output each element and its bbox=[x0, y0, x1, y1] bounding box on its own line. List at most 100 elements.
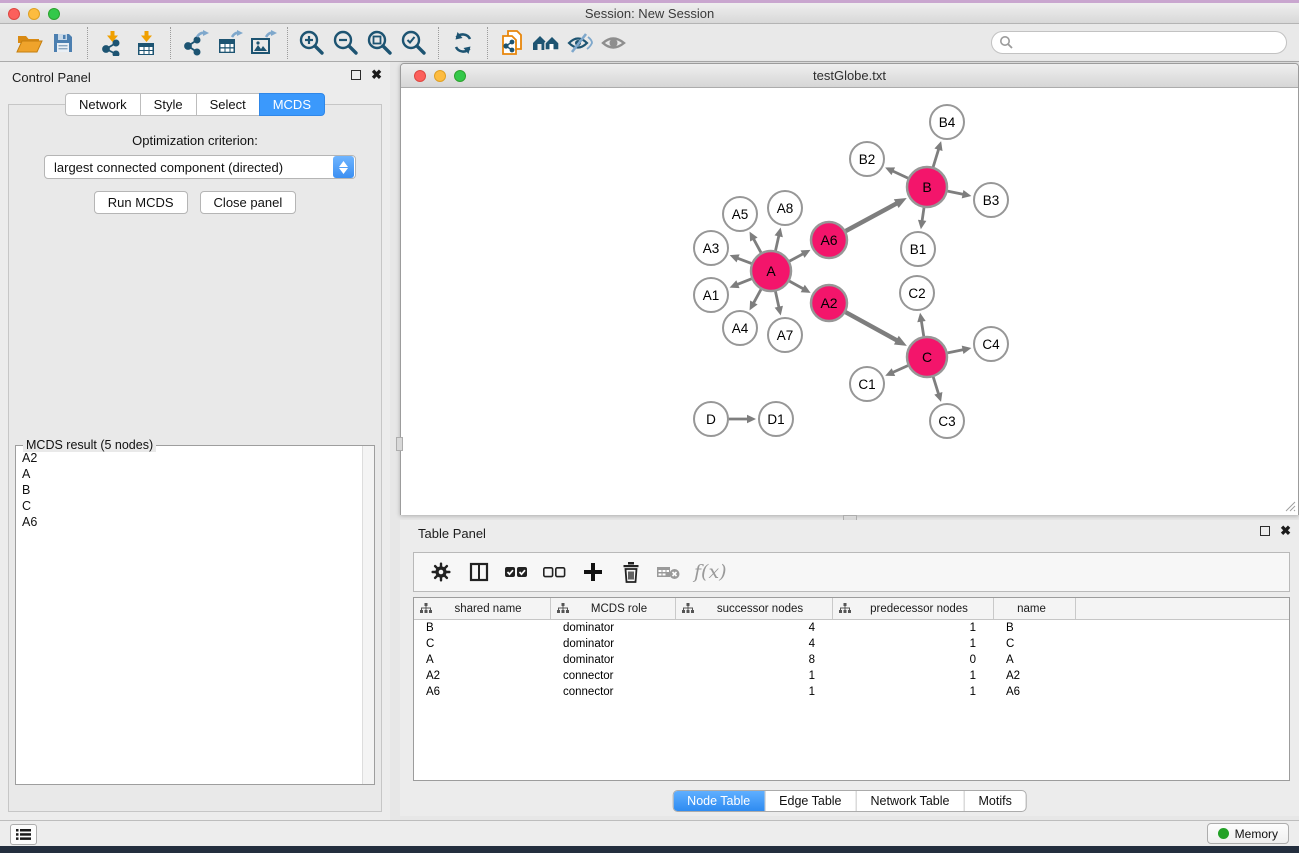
select-all-icon[interactable] bbox=[498, 557, 536, 587]
graph-node-A[interactable]: A bbox=[751, 251, 791, 291]
mcds-result-item[interactable]: C bbox=[22, 498, 356, 514]
edge-B-B3[interactable] bbox=[948, 191, 964, 194]
graph-node-A7[interactable]: A7 bbox=[768, 318, 802, 352]
edge-A-A5[interactable] bbox=[753, 239, 761, 253]
edge-B-B4[interactable] bbox=[933, 149, 939, 167]
tab-edge-table[interactable]: Edge Table bbox=[764, 791, 855, 811]
memory-button[interactable]: Memory bbox=[1207, 823, 1289, 844]
edge-C-C2[interactable] bbox=[921, 321, 923, 337]
float-panel-icon[interactable] bbox=[1260, 526, 1270, 536]
search-input[interactable] bbox=[1014, 36, 1279, 50]
vertical-splitter-handle[interactable] bbox=[396, 437, 403, 451]
delete-icon[interactable] bbox=[612, 557, 650, 587]
zoom-in-icon[interactable] bbox=[295, 28, 329, 58]
mcds-result-list[interactable]: A2ABCA6 bbox=[16, 446, 362, 784]
import-network-icon[interactable] bbox=[95, 28, 129, 58]
edge-A-A7[interactable] bbox=[775, 292, 779, 308]
network-canvas[interactable]: ABCA6A2A1A3A4A5A7A8B1B2B3B4C1C2C3C4DD1 bbox=[401, 89, 1298, 515]
graph-node-B3[interactable]: B3 bbox=[974, 183, 1008, 217]
zoom-fit-icon[interactable] bbox=[363, 28, 397, 58]
edge-A-A3[interactable] bbox=[737, 258, 751, 263]
function-builder-icon[interactable]: f(x) bbox=[694, 561, 727, 583]
show-columns-icon[interactable] bbox=[460, 557, 498, 587]
graph-node-B[interactable]: B bbox=[907, 167, 947, 207]
edge-B-B2[interactable] bbox=[892, 171, 908, 178]
graph-node-D[interactable]: D bbox=[694, 402, 728, 436]
run-mcds-button[interactable]: Run MCDS bbox=[94, 191, 188, 214]
home-view-icon[interactable] bbox=[529, 28, 563, 58]
export-table-icon[interactable] bbox=[212, 28, 246, 58]
graph-node-A1[interactable]: A1 bbox=[694, 278, 728, 312]
graph-node-A4[interactable]: A4 bbox=[723, 311, 757, 345]
edge-A-A4[interactable] bbox=[753, 289, 761, 303]
column-header-MCDS-role[interactable]: MCDS role bbox=[551, 598, 676, 619]
mcds-result-item[interactable]: B bbox=[22, 482, 356, 498]
edge-C-C3[interactable] bbox=[933, 377, 938, 394]
table-row[interactable]: A2connector11A2 bbox=[414, 668, 1289, 684]
criterion-dropdown[interactable]: largest connected component (directed) bbox=[44, 155, 356, 179]
resize-grip-icon[interactable] bbox=[1283, 499, 1296, 512]
open-session-icon[interactable] bbox=[12, 28, 46, 58]
edge-A-A8[interactable] bbox=[776, 235, 779, 250]
edge-C-C4[interactable] bbox=[948, 350, 964, 353]
graph-node-B1[interactable]: B1 bbox=[901, 232, 935, 266]
graph-node-B2[interactable]: B2 bbox=[850, 142, 884, 176]
add-icon[interactable] bbox=[574, 557, 612, 587]
edge-B-B1[interactable] bbox=[922, 208, 924, 222]
zoom-selected-icon[interactable] bbox=[397, 28, 431, 58]
tab-style[interactable]: Style bbox=[140, 93, 196, 116]
network-graph[interactable]: ABCA6A2A1A3A4A5A7A8B1B2B3B4C1C2C3C4DD1 bbox=[401, 89, 1298, 515]
destroy-table-icon[interactable] bbox=[650, 557, 688, 587]
edge-A6-B[interactable] bbox=[846, 203, 897, 231]
save-session-icon[interactable] bbox=[46, 28, 80, 58]
tab-network[interactable]: Network bbox=[65, 93, 140, 116]
mcds-result-item[interactable]: A2 bbox=[22, 450, 356, 466]
column-header-predecessor-nodes[interactable]: predecessor nodes bbox=[833, 598, 994, 619]
scrollbar[interactable] bbox=[362, 446, 374, 784]
graph-node-A2[interactable]: A2 bbox=[811, 285, 847, 321]
graph-node-A5[interactable]: A5 bbox=[723, 197, 757, 231]
graph-node-A6[interactable]: A6 bbox=[811, 222, 847, 258]
table-row[interactable]: A6connector11A6 bbox=[414, 684, 1289, 700]
table-row[interactable]: Adominator80A bbox=[414, 652, 1289, 668]
edge-A2-C[interactable] bbox=[846, 312, 898, 340]
refresh-icon[interactable] bbox=[446, 28, 480, 58]
mcds-result-item[interactable]: A6 bbox=[22, 514, 356, 530]
tab-mcds[interactable]: MCDS bbox=[259, 93, 325, 116]
search-field[interactable] bbox=[991, 31, 1287, 54]
export-network-icon[interactable] bbox=[178, 28, 212, 58]
graph-node-A3[interactable]: A3 bbox=[694, 231, 728, 265]
edge-A-A2[interactable] bbox=[789, 281, 803, 289]
network-window-titlebar[interactable]: testGlobe.txt bbox=[401, 64, 1298, 88]
table-settings-icon[interactable] bbox=[422, 557, 460, 587]
unselect-all-icon[interactable] bbox=[536, 557, 574, 587]
close-panel-icon[interactable]: ✖ bbox=[371, 70, 382, 80]
graph-node-A8[interactable]: A8 bbox=[768, 191, 802, 225]
graph-node-B4[interactable]: B4 bbox=[930, 105, 964, 139]
graph-node-C4[interactable]: C4 bbox=[974, 327, 1008, 361]
close-panel-button[interactable]: Close panel bbox=[200, 191, 297, 214]
column-header-shared-name[interactable]: shared name bbox=[414, 598, 551, 619]
float-panel-icon[interactable] bbox=[351, 70, 361, 80]
graph-node-C[interactable]: C bbox=[907, 337, 947, 377]
column-header-successor-nodes[interactable]: successor nodes bbox=[676, 598, 833, 619]
graph-node-C1[interactable]: C1 bbox=[850, 367, 884, 401]
tab-motifs[interactable]: Motifs bbox=[963, 791, 1025, 811]
tab-select[interactable]: Select bbox=[196, 93, 259, 116]
column-header-name[interactable]: name bbox=[994, 598, 1076, 619]
close-panel-icon[interactable]: ✖ bbox=[1280, 526, 1291, 536]
edge-A-A6[interactable] bbox=[790, 254, 804, 261]
tab-network-table[interactable]: Network Table bbox=[856, 791, 964, 811]
tab-node-table[interactable]: Node Table bbox=[673, 791, 764, 811]
show-all-icon[interactable] bbox=[597, 28, 631, 58]
hide-selected-icon[interactable] bbox=[563, 28, 597, 58]
graph-node-C2[interactable]: C2 bbox=[900, 276, 934, 310]
zoom-out-icon[interactable] bbox=[329, 28, 363, 58]
graph-node-D1[interactable]: D1 bbox=[759, 402, 793, 436]
import-table-icon[interactable] bbox=[129, 28, 163, 58]
edge-C-C1[interactable] bbox=[893, 366, 908, 373]
mcds-result-item[interactable]: A bbox=[22, 466, 356, 482]
export-image-icon[interactable] bbox=[246, 28, 280, 58]
edge-A-A1[interactable] bbox=[737, 279, 752, 285]
network-from-selection-icon[interactable] bbox=[495, 28, 529, 58]
